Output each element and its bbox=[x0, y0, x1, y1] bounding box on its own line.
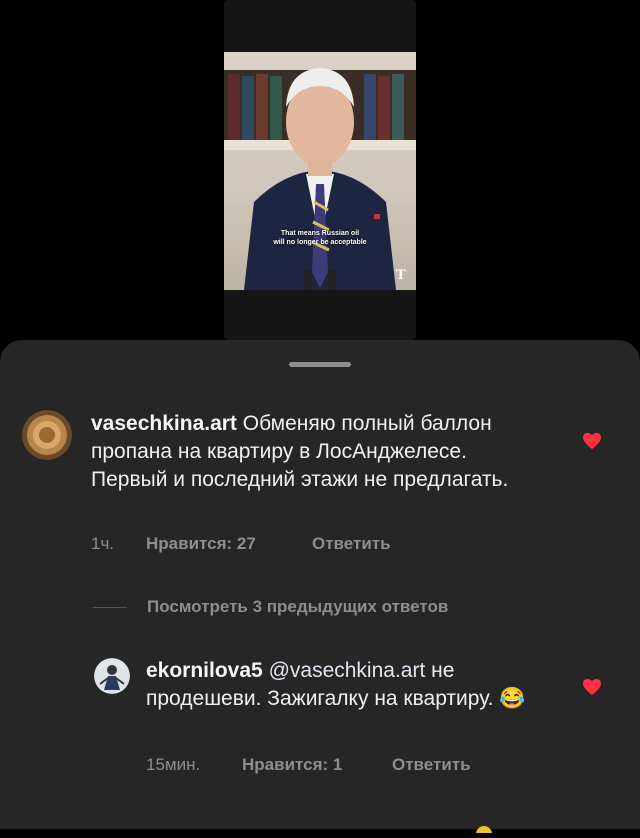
reply-button[interactable]: Ответить bbox=[312, 534, 391, 554]
avatar[interactable] bbox=[94, 658, 130, 694]
avatar[interactable] bbox=[22, 410, 72, 460]
video-player[interactable]: That means Russian oil will no longer be… bbox=[224, 0, 416, 340]
comment-meta: 1ч. Нравится: 27 Ответить bbox=[0, 534, 640, 556]
like-heart-icon[interactable] bbox=[582, 678, 602, 696]
video-frame-image bbox=[224, 52, 416, 290]
like-heart-icon[interactable] bbox=[582, 432, 602, 450]
caption-line-2: will no longer be acceptable bbox=[273, 239, 367, 246]
comment-username[interactable]: vasechkina.art bbox=[91, 412, 237, 435]
reply-likes[interactable]: Нравится: 1 bbox=[242, 755, 342, 775]
sheet-drag-handle[interactable] bbox=[289, 362, 351, 367]
video-letterbox-top bbox=[224, 0, 416, 52]
nyt-logo: T bbox=[396, 268, 406, 283]
video-caption: That means Russian oil will no longer be… bbox=[254, 229, 386, 247]
next-comment-peek bbox=[470, 820, 510, 838]
comment-time: 1ч. bbox=[91, 534, 115, 553]
caption-line-1: That means Russian oil bbox=[280, 230, 360, 237]
reply-mention[interactable]: @vasechkina.art bbox=[269, 659, 426, 682]
view-replies-label[interactable]: Посмотреть 3 предыдущих ответов bbox=[147, 597, 448, 617]
reply-button[interactable]: Ответить bbox=[392, 755, 471, 775]
avatar-image bbox=[22, 410, 72, 460]
comments-sheet: vasechkina.art Обменяю полный баллон про… bbox=[0, 340, 640, 838]
reply-text: ekornilova5 @vasechkina.art не продешеви… bbox=[146, 657, 526, 713]
comment-likes[interactable]: Нравится: 27 bbox=[146, 534, 256, 554]
video-letterbox-bottom bbox=[224, 290, 416, 340]
replies-divider bbox=[93, 607, 127, 608]
reply-username[interactable]: ekornilova5 bbox=[146, 659, 263, 682]
comment-text: vasechkina.art Обменяю полный баллон про… bbox=[91, 410, 541, 494]
reply-meta: 15мин. Нравится: 1 Ответить bbox=[0, 755, 640, 777]
reply-time: 15мин. bbox=[146, 755, 201, 774]
avatar-image bbox=[94, 658, 130, 694]
